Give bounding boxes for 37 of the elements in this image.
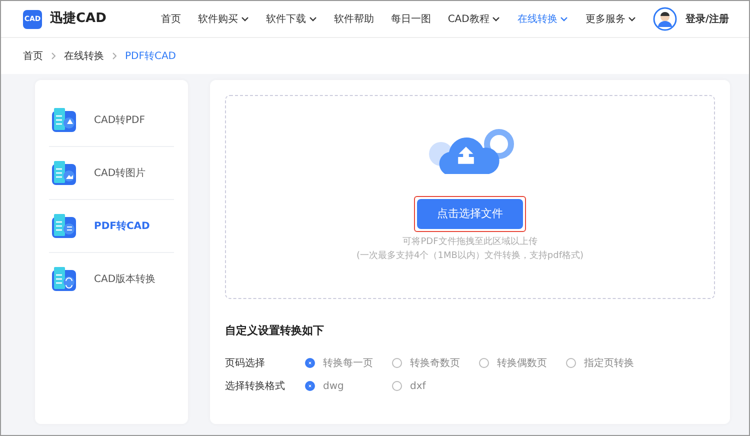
document-icon — [51, 266, 78, 293]
sidebar-item[interactable]: CAD版本转换 — [49, 253, 174, 306]
nav-link[interactable]: CAD教程 — [448, 12, 500, 26]
nav-link[interactable]: 在线转换 — [517, 12, 568, 26]
breadcrumb-link[interactable]: PDF转CAD — [125, 48, 176, 64]
document-icon — [51, 212, 78, 240]
setting-label: 页码选择 — [225, 356, 266, 370]
drop-zone[interactable]: 点击选择文件 可将PDF文件拖拽至此区域以上传 (一次最多支持4个（1MB以内）文件转换，支持pdf格式) — [225, 95, 715, 299]
upload-note: (一次最多支持4个（1MB以内）文件转换，支持pdf格式) — [356, 250, 584, 262]
breadcrumb-link[interactable]: 在线转换 — [64, 48, 104, 64]
chevron-right-icon — [51, 52, 56, 60]
radio-option[interactable]: 转换每一页 — [305, 356, 392, 370]
radio-option[interactable]: 指定页转换 — [566, 356, 653, 370]
radio-option[interactable]: 转换奇数页 — [392, 356, 479, 370]
brand-name[interactable]: 迅捷CAD — [50, 9, 106, 29]
radio-option[interactable]: dwg — [305, 378, 392, 394]
radio-option[interactable]: 转换偶数页 — [479, 356, 566, 370]
upload-hint: 可将PDF文件拖拽至此区域以上传 — [402, 236, 538, 249]
radio-option[interactable]: dxf — [392, 378, 479, 394]
chevron-right-icon — [112, 52, 117, 60]
nav-link[interactable]: 软件帮助 — [334, 12, 374, 26]
nav-link[interactable]: 软件下载 — [266, 12, 317, 26]
document-icon — [51, 106, 78, 134]
document-icon — [51, 160, 78, 186]
setting-label: 选择转换格式 — [225, 380, 286, 394]
breadcrumb-link[interactable]: 首页 — [23, 48, 43, 64]
choose-file-button[interactable]: 点击选择文件 — [417, 199, 523, 229]
nav-link[interactable]: 软件购买 — [198, 12, 249, 26]
sidebar-item[interactable]: CAD转图片 — [49, 147, 174, 200]
sidebar-item[interactable]: CAD转PDF — [49, 94, 174, 147]
avatar-icon[interactable] — [653, 7, 678, 31]
login-link[interactable]: 登录/注册 — [685, 12, 729, 26]
settings-title: 自定义设置转换如下 — [225, 323, 325, 339]
sidebar-item[interactable]: PDF转CAD — [49, 200, 174, 253]
nav-link[interactable]: 首页 — [160, 12, 181, 26]
nav-link[interactable]: 每日一图 — [390, 12, 431, 26]
nav-link[interactable]: 更多服务 — [585, 12, 636, 26]
